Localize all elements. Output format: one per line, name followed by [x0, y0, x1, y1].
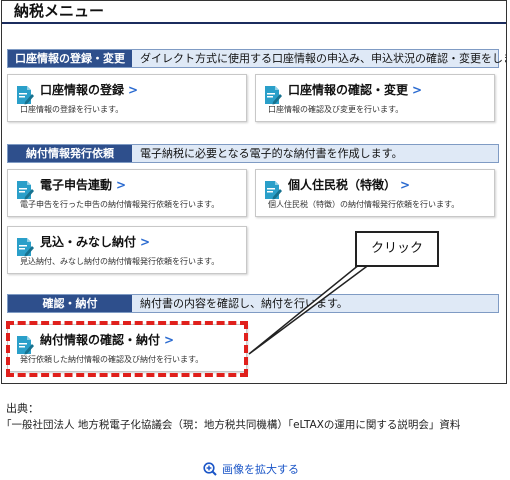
zoom-in-icon — [203, 462, 217, 476]
source-citation: 「一般社団法人 地方税電子化協議会（現：地方税共同機構）「eLTAXの運用に関す… — [1, 419, 461, 431]
zoom-image-link[interactable]: 画像を拡大する — [203, 461, 299, 477]
callout-pointer — [248, 263, 373, 355]
zoom-link-label: 画像を拡大する — [222, 463, 299, 476]
screenshot-frame: 納税メニュー 口座情報の登録・変更 ダイレクト方式に使用する口座情報の申込み、申… — [1, 0, 507, 384]
click-callout: クリック — [355, 231, 439, 267]
source-label: 出典： — [6, 402, 39, 415]
